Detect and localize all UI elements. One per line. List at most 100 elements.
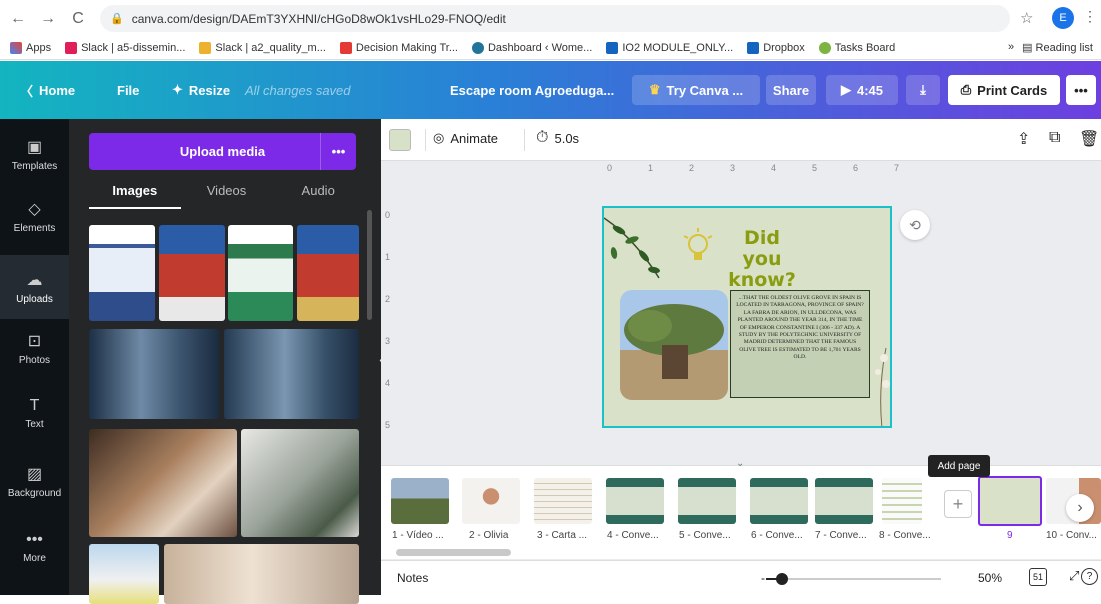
bookmark-dashboard[interactable]: Dashboard ‹ Wome... [471,42,592,54]
page-thumbnail-3[interactable] [534,478,592,524]
add-page-button[interactable]: + [944,490,972,518]
animate-icon: ◎ [433,130,445,145]
page-count-button[interactable]: 51 [1029,568,1047,586]
upload-image-thumbnail[interactable] [89,225,155,321]
fullscreen-icon[interactable]: ⤢ [1069,568,1079,584]
page-thumbnail-6[interactable] [750,478,808,524]
nav-background[interactable]: ▨ Background [0,464,69,499]
add-page-top-icon[interactable]: ⇪ [1017,129,1030,149]
editor-topbar: 〈 Home File ✦ Resize All changes saved Esc… [0,61,1101,119]
pages-next-button[interactable]: › [1066,494,1094,522]
page-thumbnail-1[interactable] [391,478,449,524]
upload-image-thumbnail[interactable] [89,544,159,604]
duplicate-page-icon[interactable]: ⧉ [1049,129,1060,147]
page-thumbnail-7[interactable] [815,478,873,524]
bookmark-decision-making[interactable]: Decision Making Tr... [339,42,458,54]
page-thumbnail-4[interactable] [606,478,664,524]
upload-image-thumbnail[interactable] [224,329,359,419]
tab-videos[interactable]: Videos [181,181,273,209]
background-color-swatch[interactable] [389,129,411,151]
olive-tree-photo[interactable] [620,290,728,400]
reading-list-button[interactable]: ▤ Reading list [1022,41,1093,54]
upload-image-thumbnail[interactable] [89,429,237,537]
try-canva-button[interactable]: ♛ Try Canva ... [632,75,760,105]
nav-uploads[interactable]: ☁ Uploads [0,255,69,319]
page-thumbnail-5[interactable] [678,478,736,524]
elements-icon: ◇ [28,201,41,218]
animate-button[interactable]: ◎ Animate [433,130,498,146]
delete-page-icon[interactable]: 🗑 [1079,129,1099,149]
panel-scrollbar[interactable] [367,210,372,320]
add-page-tooltip: Add page [928,455,990,477]
upload-image-thumbnail[interactable] [159,225,225,321]
tab-images[interactable]: Images [89,181,181,209]
page-thumbnail-2[interactable] [462,478,520,524]
upload-more-button[interactable]: ••• [320,133,356,170]
page-thumbnail-9-selected[interactable] [978,476,1042,526]
upload-media-button[interactable]: Upload media ••• [89,133,356,170]
zoom-slider-handle[interactable] [776,573,788,585]
nav-elements[interactable]: ◇ Elements [0,199,69,234]
browser-menu-icon[interactable]: ⋮ [1083,8,1097,25]
more-options-button[interactable]: ••• [1066,75,1096,105]
print-cards-button[interactable]: ⎙ Print Cards [948,75,1060,105]
tab-audio[interactable]: Audio [272,181,364,209]
chevron-right-icon: › [1077,499,1083,516]
photos-icon: ⊡ [27,333,42,350]
wordpress-icon [471,42,484,54]
text-icon: T [29,397,40,414]
zoom-level[interactable]: 50% [978,571,1002,585]
bookmark-slack-a2[interactable]: Slack | a2_quality_m... [199,42,326,54]
ruler-tick-label: 7 [894,163,900,173]
slide-title[interactable]: Did you know? [722,228,802,291]
ruler-tick-label: 0 [385,210,391,220]
lightbulb-icon [683,228,713,260]
home-button[interactable]: 〈 Home [20,78,75,102]
slack-icon [199,42,212,54]
bookmark-tasks-board[interactable]: Tasks Board [818,42,895,54]
design-title[interactable]: Escape room Agroeduga... [450,78,614,102]
ruler-tick-label: 6 [853,163,859,173]
nav-templates[interactable]: ▣ Templates [0,137,69,172]
download-icon[interactable]: ⤓ [906,75,940,105]
ruler-tick-label: 0 [607,163,613,173]
file-menu[interactable]: File [117,78,139,102]
page-thumbnail-8[interactable] [882,478,922,524]
crown-icon: ♛ [648,82,661,97]
bookmark-apps[interactable]: Apps [10,42,51,54]
chevron-down-icon[interactable]: ⌄ [736,458,744,469]
notes-button[interactable]: Notes [397,571,428,585]
upload-image-thumbnail[interactable] [297,225,359,321]
bookmarks-overflow[interactable]: » [1008,41,1014,54]
zoom-slider-track[interactable] [766,573,941,585]
reload-icon[interactable]: C [68,10,88,28]
upload-image-thumbnail[interactable] [164,544,359,604]
bookmark-star-icon[interactable]: ☆ [1020,9,1033,27]
timing-button[interactable]: ⏱ 5.0s [536,129,579,147]
upload-image-thumbnail[interactable] [241,429,359,537]
present-button[interactable]: ▶ 4:45 [826,75,898,105]
forward-icon[interactable]: → [38,10,58,28]
nav-photos[interactable]: ⊡ Photos [0,331,69,366]
nav-text[interactable]: T Text [0,397,69,430]
templates-icon: ▣ [26,139,43,156]
upload-image-thumbnail[interactable] [89,329,219,419]
tasks-icon [818,42,831,54]
help-icon[interactable]: ? [1081,568,1098,585]
bookmark-io2[interactable]: IO2 MODULE_ONLY... [606,42,733,54]
fact-text-box[interactable]: ...that the oldest olive grove in Spain … [730,290,870,398]
upload-image-thumbnail[interactable] [228,225,293,321]
address-bar[interactable]: 🔒 canva.com/design/DAEmT3YXHNI/cHGoD8wOk… [100,5,1010,32]
bookmark-slack-a5[interactable]: Slack | a5-dissemin... [65,42,185,54]
profile-avatar[interactable]: E [1052,7,1074,29]
magic-icon: ✦ [172,82,183,97]
slide-canvas[interactable]: Did you know? ...that the oldest olive g… [602,206,892,428]
refresh-icon[interactable]: ⟲ [900,210,930,240]
share-button[interactable]: Share [766,75,816,105]
resize-button[interactable]: ✦ Resize [172,78,230,102]
strip-scrollbar[interactable] [396,549,511,556]
nav-more[interactable]: ••• More [0,531,69,564]
back-icon[interactable]: ← [8,10,28,28]
bookmark-dropbox[interactable]: Dropbox [747,42,805,54]
ruler-tick-label: 3 [730,163,736,173]
